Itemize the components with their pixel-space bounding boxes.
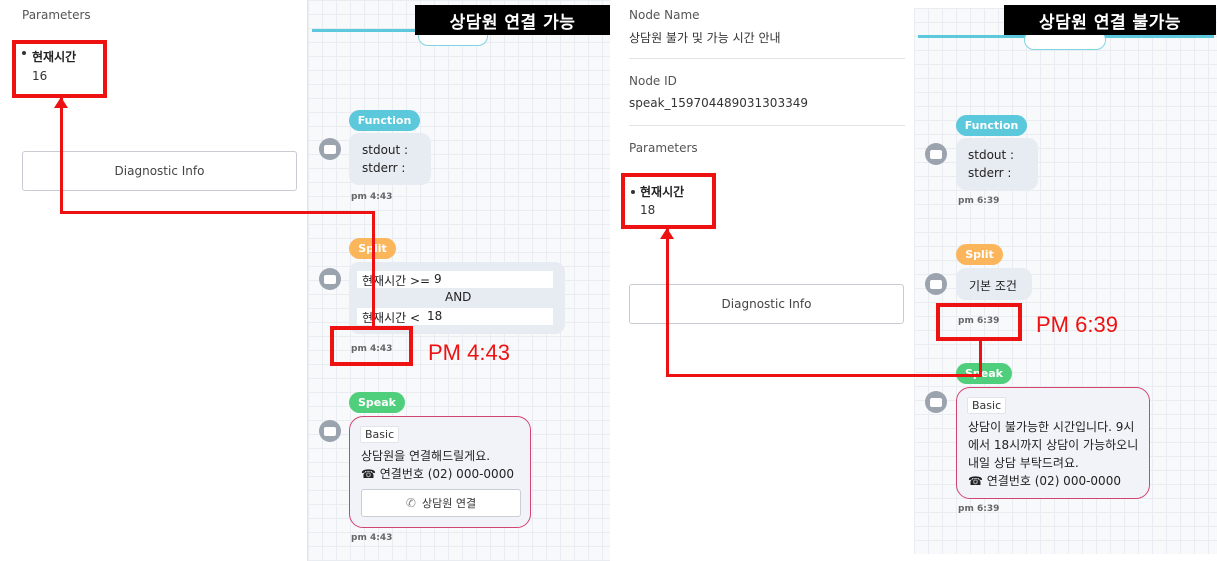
phone-icon: ✆ [405, 496, 416, 510]
function-pill: Function [349, 110, 420, 131]
connector-line [666, 374, 982, 377]
split-result-text: 기본 조건 [969, 279, 1017, 293]
and-label: AND [445, 290, 472, 304]
time-annotation: PM 4:43 [428, 340, 510, 365]
right-banner: 상담원 연결 불가능 [1004, 5, 1216, 35]
param-highlight-box [12, 40, 107, 98]
parameters-label: Parameters [22, 8, 91, 22]
split-pill: Split [956, 244, 1003, 265]
arrowhead-icon [54, 97, 68, 108]
node-name-label: Node Name [629, 8, 700, 22]
function-bubble: stdout : stderr : [956, 138, 1038, 190]
screen-divider [610, 0, 618, 561]
timestamp: pm 4:43 [351, 192, 393, 202]
basic-tag: Basic [360, 426, 400, 443]
speak-bubble: Basic 상담원을 연결해드릴게요. ☎ 연결번호 (02) 000-0000… [349, 416, 531, 528]
connector-line [60, 98, 63, 214]
timestamp: pm 6:39 [958, 196, 1000, 206]
condition-value: 9 [434, 272, 442, 286]
function-pill: Function [956, 115, 1027, 136]
timestamp-highlight-box [936, 303, 1022, 341]
parameters-label: Parameters [629, 141, 698, 155]
basic-tag: Basic [967, 397, 1007, 414]
arrowhead-icon [660, 228, 674, 239]
stdout-text: stdout : [968, 148, 1015, 162]
timestamp-highlight-box [330, 326, 413, 366]
bot-avatar-icon [925, 391, 947, 413]
connector-line [60, 211, 375, 214]
divider [629, 125, 905, 126]
speak-text: 에서 18시까지 상담이 가능하오니 [968, 438, 1139, 452]
right-chat-area: Function stdout : stderr : pm 6:39 Split… [914, 8, 1217, 554]
condition-value: 18 [427, 309, 443, 323]
right-node-panel: Node Name 상담원 불가 및 가능 시간 안내 Node ID spea… [618, 0, 914, 561]
speak-text: 상담이 불가능한 시간입니다. 9시 [968, 420, 1135, 434]
param-highlight-box [621, 173, 716, 229]
split-bubble: 현재시간 >= 9 AND 현재시간 < 18 [349, 262, 565, 334]
diagnostic-info-button[interactable]: Diagnostic Info [22, 151, 297, 191]
left-banner: 상담원 연결 가능 [415, 5, 610, 35]
speak-text: 내일 상담 부탁드려요. [968, 456, 1079, 470]
bot-avatar-icon [925, 273, 947, 295]
speak-text: 상담원을 연결해드릴게요. [361, 449, 491, 463]
bot-avatar-icon [319, 138, 341, 160]
time-annotation: PM 6:39 [1036, 312, 1118, 337]
call-agent-label: 상담원 연결 [421, 497, 477, 510]
split-bubble: 기본 조건 [956, 268, 1032, 300]
bot-avatar-icon [925, 143, 947, 165]
connector-line [979, 340, 982, 377]
condition-row: 현재시간 >= 9 [357, 271, 553, 288]
bot-avatar-icon [319, 268, 341, 290]
node-name-value: 상담원 불가 및 가능 시간 안내 [629, 31, 781, 45]
speak-pill: Speak [349, 392, 405, 413]
call-agent-button[interactable]: ✆ 상담원 연결 [361, 489, 521, 517]
stderr-text: stderr : [362, 161, 406, 175]
condition-row: 현재시간 < 18 [357, 308, 553, 325]
function-bubble: stdout : stderr : [349, 133, 431, 185]
connector-line [666, 229, 669, 377]
stdout-text: stdout : [362, 143, 409, 157]
node-id-label: Node ID [629, 74, 677, 88]
connector-line [372, 211, 375, 327]
speak-phone-text: ☎ 연결번호 (02) 000-0000 [361, 467, 514, 481]
speak-phone-text: ☎ 연결번호 (02) 000-0000 [968, 474, 1121, 488]
condition-variable: 현재시간 < [362, 311, 421, 325]
speak-bubble: Basic 상담이 불가능한 시간입니다. 9시 에서 18시까지 상담이 가능… [956, 387, 1150, 499]
timestamp: pm 4:43 [351, 533, 393, 543]
diagnostic-info-button[interactable]: Diagnostic Info [629, 284, 904, 324]
bot-avatar-icon [319, 420, 341, 442]
timestamp: pm 6:39 [958, 504, 1000, 514]
node-id-value: speak_159704489031303349 [629, 96, 808, 110]
divider [629, 58, 905, 59]
left-chat-area: Function stdout : stderr : pm 4:43 Split… [308, 0, 610, 561]
stderr-text: stderr : [968, 166, 1012, 180]
